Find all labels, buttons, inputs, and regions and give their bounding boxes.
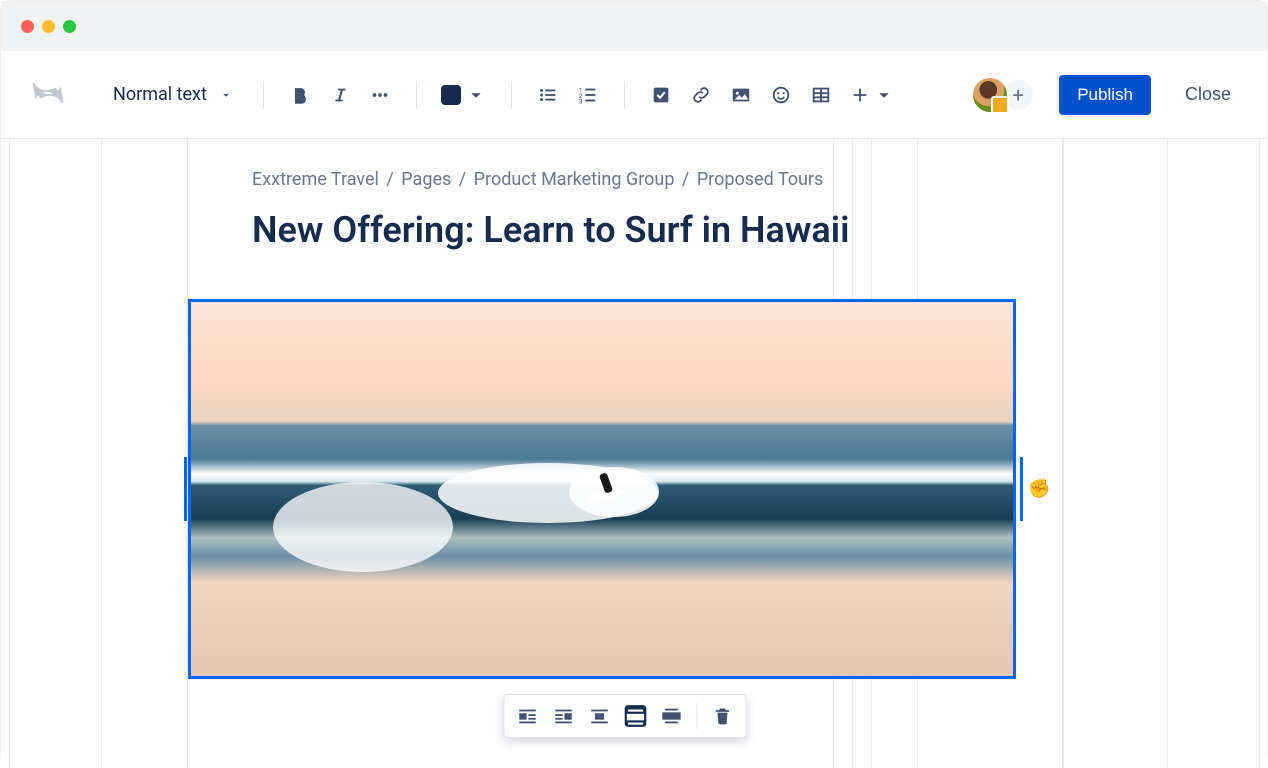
- layout-full-width-button[interactable]: [655, 699, 689, 733]
- image-content: [191, 302, 1013, 676]
- image-icon: [730, 84, 752, 106]
- chevron-down-icon: [873, 84, 895, 106]
- grab-cursor-icon: ✊: [1028, 479, 1050, 500]
- more-icon: [369, 84, 391, 106]
- window-zoom-dot[interactable]: [63, 20, 76, 33]
- window-titlebar: [1, 1, 1267, 51]
- bullet-list-button[interactable]: [532, 79, 564, 111]
- task-icon: [650, 84, 672, 106]
- editor-surface: Exxtreme Travel / Pages / Product Market…: [1, 139, 1267, 768]
- svg-text:3: 3: [579, 97, 583, 105]
- numbered-list-icon: 123: [577, 84, 599, 106]
- more-formatting-button[interactable]: [364, 79, 396, 111]
- delete-image-button[interactable]: [706, 699, 740, 733]
- chevron-down-icon: [219, 88, 233, 102]
- window-minimize-dot[interactable]: [42, 20, 55, 33]
- plus-icon: [849, 84, 871, 106]
- task-list-button[interactable]: [645, 79, 677, 111]
- bullet-list-icon: [537, 84, 559, 106]
- trash-icon: [713, 706, 733, 726]
- insert-more-button[interactable]: [845, 79, 899, 111]
- text-style-label: Normal text: [113, 84, 207, 105]
- layout-wrap-button[interactable]: [583, 699, 617, 733]
- image-layout-toolbar: [504, 694, 747, 738]
- close-button[interactable]: Close: [1179, 76, 1237, 113]
- chevron-down-icon: [465, 84, 487, 106]
- resize-handle-left[interactable]: [184, 457, 187, 521]
- text-style-dropdown[interactable]: Normal text: [103, 78, 243, 111]
- italic-button[interactable]: [324, 79, 356, 111]
- numbered-list-button[interactable]: 123: [572, 79, 604, 111]
- table-icon: [810, 84, 832, 106]
- publish-button[interactable]: Publish: [1059, 75, 1151, 115]
- breadcrumb-item[interactable]: Product Marketing Group: [474, 169, 675, 190]
- resize-handle-right[interactable]: [1020, 457, 1023, 521]
- breadcrumb-item[interactable]: Exxtreme Travel: [252, 169, 379, 190]
- breadcrumb-item[interactable]: Pages: [401, 169, 451, 190]
- breadcrumb-item[interactable]: Proposed Tours: [697, 169, 823, 190]
- emoji-button[interactable]: [765, 79, 797, 111]
- italic-icon: [329, 84, 351, 106]
- avatar[interactable]: [973, 78, 1007, 112]
- bold-button[interactable]: [284, 79, 316, 111]
- page-title[interactable]: New Offering: Learn to Surf in Hawaii: [252, 208, 998, 253]
- table-button[interactable]: [805, 79, 837, 111]
- confluence-logo-icon: [31, 76, 65, 114]
- text-color-button[interactable]: [437, 79, 491, 111]
- image-button[interactable]: [725, 79, 757, 111]
- layout-align-right-button[interactable]: [547, 699, 581, 733]
- color-swatch-icon: [441, 85, 461, 105]
- layout-wide-button[interactable]: [619, 699, 653, 733]
- emoji-icon: [770, 84, 792, 106]
- link-icon: [690, 84, 712, 106]
- page-content-column: Exxtreme Travel / Pages / Product Market…: [187, 139, 1063, 768]
- layout-align-left-button[interactable]: [511, 699, 545, 733]
- selected-image[interactable]: [188, 299, 1016, 679]
- image-block[interactable]: ✊: [102, 299, 1150, 679]
- collaborators: +: [973, 78, 1035, 112]
- editor-toolbar: Normal text 123: [1, 51, 1267, 139]
- window-close-dot[interactable]: [21, 20, 34, 33]
- link-button[interactable]: [685, 79, 717, 111]
- breadcrumb: Exxtreme Travel / Pages / Product Market…: [252, 169, 998, 190]
- bold-icon: [289, 84, 311, 106]
